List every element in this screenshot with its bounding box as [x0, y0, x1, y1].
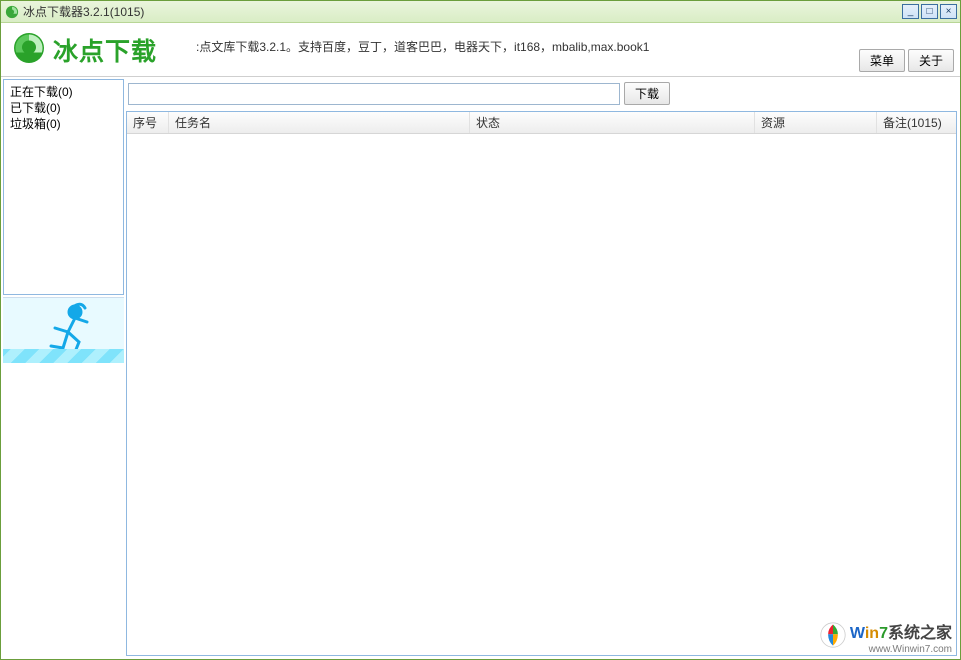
watermark-url: www.Winwin7.com	[869, 644, 952, 655]
sidebar: 正在下载(0) 已下载(0) 垃圾箱(0)	[1, 77, 126, 659]
sidebar-panel: 正在下载(0) 已下载(0) 垃圾箱(0)	[3, 79, 124, 295]
titlebar: 冰点下载器3.2.1(1015) _ □ ×	[1, 1, 960, 23]
sidebar-item-downloaded[interactable]: 已下载(0)	[10, 100, 117, 116]
window-buttons: _ □ ×	[902, 4, 957, 19]
download-button[interactable]: 下载	[624, 82, 670, 105]
header: 冰点下载 :点文库下载3.2.1。支持百度，豆丁，道客巴巴，电器天下，it168…	[1, 23, 960, 77]
url-input[interactable]	[128, 83, 620, 105]
sidebar-item-trash[interactable]: 垃圾箱(0)	[10, 116, 117, 132]
col-resource[interactable]: 资源	[755, 112, 877, 133]
app-window: 冰点下载器3.2.1(1015) _ □ × 冰点下载 :点文库下载3.2.1。…	[0, 0, 961, 660]
table-header: 序号 任务名 状态 资源 备注(1015)	[127, 112, 956, 134]
col-taskname[interactable]: 任务名	[169, 112, 470, 133]
app-icon	[5, 5, 19, 19]
watermark-text: Win7系统之家 www.Winwin7.com	[850, 619, 952, 653]
ad-banner[interactable]	[3, 297, 124, 363]
menu-button[interactable]: 菜单	[859, 49, 905, 72]
flag-icon	[820, 622, 846, 651]
marquee-text: :点文库下载3.2.1。支持百度，豆丁，道客巴巴，电器天下，it168，mbal…	[196, 38, 649, 55]
url-row: 下载	[126, 80, 957, 111]
logo-text: 冰点下载	[53, 32, 157, 68]
main-panel: 下载 序号 任务名 状态 资源 备注(1015)	[126, 77, 960, 659]
about-button[interactable]: 关于	[908, 49, 954, 72]
task-list: 序号 任务名 状态 资源 备注(1015)	[126, 111, 957, 656]
title-text: 冰点下载器3.2.1(1015)	[23, 3, 144, 20]
ad-stripe	[3, 349, 124, 363]
maximize-button[interactable]: □	[921, 4, 938, 19]
header-buttons: 菜单 关于	[859, 49, 954, 72]
minimize-button[interactable]: _	[902, 4, 919, 19]
logo-icon	[11, 30, 47, 69]
col-note[interactable]: 备注(1015)	[877, 112, 956, 133]
col-status[interactable]: 状态	[470, 112, 755, 133]
col-index[interactable]: 序号	[127, 112, 169, 133]
content: 正在下载(0) 已下载(0) 垃圾箱(0)	[1, 77, 960, 659]
logo: 冰点下载	[11, 30, 157, 69]
watermark: Win7系统之家 www.Winwin7.com	[820, 619, 952, 653]
table-body	[127, 134, 956, 655]
sidebar-item-downloading[interactable]: 正在下载(0)	[10, 84, 117, 100]
close-button[interactable]: ×	[940, 4, 957, 19]
